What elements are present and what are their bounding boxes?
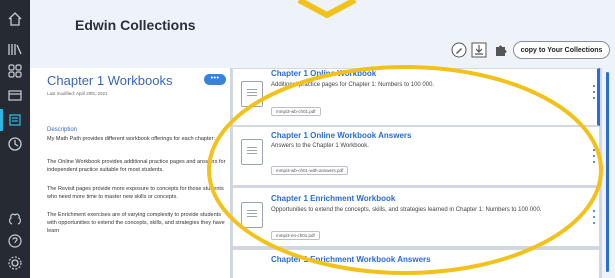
help-icon[interactable] (6, 232, 24, 250)
kebab-menu-icon[interactable] (590, 149, 598, 163)
file-chip[interactable]: mmpi3-en-ch01.pdf (271, 231, 320, 240)
list-item[interactable]: Chapter 1 Online Workbook Additional pra… (232, 68, 600, 126)
assignments-icon[interactable] (6, 86, 24, 104)
last-modified: Last modified: April 20th, 2021 (47, 91, 108, 96)
copy-to-collections-button[interactable]: copy to Your Collections (513, 41, 610, 59)
item-title[interactable]: Chapter 1 Online Workbook Answers (271, 131, 411, 140)
kebab-menu-icon[interactable] (590, 210, 598, 224)
history-icon[interactable] (6, 135, 24, 153)
item-description: Answers to the Chapter 1 Workbook. (271, 143, 369, 149)
kebab-menu-icon[interactable] (590, 85, 598, 99)
apps-icon[interactable] (6, 62, 24, 80)
description-paragraph: The Online Workbook provides additional … (47, 159, 226, 173)
list-item[interactable]: Chapter 1 Enrichment Workbook Opportunit… (232, 187, 600, 247)
left-nav-rail (0, 0, 30, 278)
brain-icon[interactable] (6, 210, 24, 228)
settings-icon[interactable] (6, 254, 24, 272)
description-paragraph: My Math Path provides different workbook… (47, 136, 215, 142)
scrollbar[interactable] (602, 68, 615, 278)
item-description: Additional practice pages for Chapter 1:… (271, 82, 435, 88)
item-title[interactable]: Chapter 1 Enrichment Workbook (271, 194, 395, 203)
item-title[interactable]: Chapter 1 Enrichment Workbook Answers (271, 255, 431, 264)
collection-details-panel: Chapter 1 Workbooks Last modified: April… (40, 68, 230, 278)
item-title[interactable]: Chapter 1 Online Workbook (271, 69, 376, 78)
description-paragraph: The Enrichment exercises are of varying … (47, 212, 225, 234)
item-description: Opportunities to extend the concepts, sk… (271, 207, 542, 213)
resource-list: Chapter 1 Online Workbook Additional pra… (230, 68, 602, 278)
edit-icon[interactable] (450, 42, 468, 58)
list-item[interactable]: Chapter 1 Online Workbook Answers Answer… (232, 126, 600, 186)
document-icon (241, 81, 263, 107)
chevron-down-icon (297, 0, 357, 18)
description-heading: Description (47, 127, 78, 133)
puzzle-icon[interactable] (492, 42, 510, 58)
document-icon (241, 202, 263, 228)
collection-title: Chapter 1 Workbooks (47, 73, 173, 88)
list-item[interactable]: Chapter 1 Enrichment Workbook Answers (232, 249, 600, 278)
page-title: Edwin Collections (75, 17, 196, 33)
download-icon[interactable] (470, 42, 488, 58)
document-icon (241, 139, 263, 165)
home-icon[interactable] (6, 10, 24, 28)
scrollbar-thumb[interactable] (606, 72, 609, 272)
collections-icon[interactable] (0, 109, 30, 131)
file-chip[interactable]: mmpi3-wb-ch01.pdf (271, 107, 321, 116)
description-paragraph: The Revisit pages provide more exposure … (47, 186, 224, 200)
more-options-button[interactable]: ••• (204, 74, 226, 85)
library-icon[interactable] (6, 40, 24, 58)
file-chip[interactable]: mmpi3-wb-ch01-with-answers.pdf (271, 166, 349, 175)
